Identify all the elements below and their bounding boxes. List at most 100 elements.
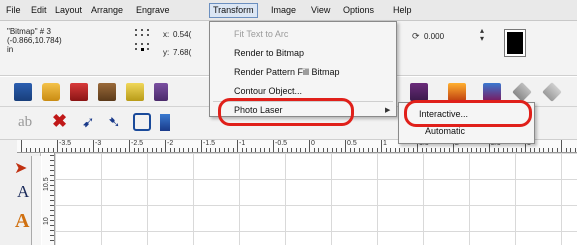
ruler-tick bbox=[511, 148, 513, 152]
ruler-tick bbox=[439, 148, 441, 152]
ruler-tick bbox=[543, 148, 544, 152]
ruler-label: 0.5 bbox=[347, 140, 357, 147]
menu-file[interactable]: File bbox=[3, 3, 24, 18]
design-canvas[interactable] bbox=[55, 153, 577, 245]
ruler-tick bbox=[50, 215, 54, 216]
ruler-tick bbox=[50, 175, 54, 176]
ruler-tick bbox=[196, 148, 198, 152]
open-folder-icon[interactable] bbox=[42, 83, 60, 101]
select-tool-icon[interactable]: ➤ bbox=[14, 158, 27, 178]
y-label: y: bbox=[163, 48, 170, 57]
ruler-tick bbox=[174, 148, 175, 152]
color-swatch[interactable] bbox=[504, 29, 526, 57]
ruler-tick bbox=[210, 148, 211, 152]
ruler-tick bbox=[466, 148, 468, 152]
ruler-tick bbox=[70, 148, 72, 152]
menu-arrange[interactable]: Arrange bbox=[88, 3, 126, 18]
sparkle-icon[interactable] bbox=[512, 82, 532, 102]
menu-engrave[interactable]: Engrave bbox=[133, 3, 173, 18]
unit-label: in bbox=[7, 45, 14, 54]
ruler-tick bbox=[214, 148, 216, 152]
pointer-tool-icon[interactable]: ➹ bbox=[82, 113, 95, 131]
save-icon[interactable] bbox=[70, 83, 88, 101]
menu-photo-laser[interactable]: Photo Laser bbox=[234, 103, 283, 118]
ruler-tick bbox=[570, 148, 571, 152]
ruler-tick bbox=[412, 148, 414, 152]
ruler-tick bbox=[151, 148, 153, 152]
menu-transform[interactable]: Transform bbox=[209, 3, 258, 18]
position-grid-icon[interactable] bbox=[135, 29, 155, 53]
menu-interactive[interactable]: Interactive... bbox=[419, 107, 468, 122]
spin-icon[interactable]: ▴ ▾ bbox=[480, 27, 484, 43]
menu-contour-object[interactable]: Contour Object... bbox=[234, 84, 302, 99]
ruler-tick bbox=[394, 148, 396, 152]
ruler-tick bbox=[165, 140, 166, 152]
ruler-tick bbox=[264, 148, 265, 152]
ruler-tick bbox=[538, 148, 540, 152]
object-position: (-0.866,10.784) bbox=[7, 36, 62, 45]
ruler-tick bbox=[75, 148, 76, 152]
ruler-tick bbox=[187, 148, 189, 152]
ruler-tick bbox=[34, 148, 36, 152]
menu-bar: File Edit Layout Arrange Engrave Transfo… bbox=[0, 0, 577, 21]
ruler-label: -1.5 bbox=[203, 140, 216, 147]
ruler-tick bbox=[345, 140, 346, 152]
ruler-tick bbox=[133, 148, 135, 152]
x-field[interactable]: 0.54( bbox=[173, 30, 191, 39]
ruler-tick bbox=[408, 148, 409, 152]
ruler-tick bbox=[50, 220, 54, 221]
ruler-tick bbox=[358, 148, 360, 152]
ruler-tick bbox=[561, 140, 562, 152]
ruler-tick bbox=[156, 148, 157, 152]
ruler-tick bbox=[430, 148, 432, 152]
menu-layout[interactable]: Layout bbox=[52, 3, 85, 18]
ruler-tick bbox=[228, 148, 229, 152]
menu-image[interactable]: Image bbox=[268, 3, 299, 18]
menu-automatic[interactable]: Automatic bbox=[425, 124, 465, 139]
node-tool-icon[interactable]: ➷ bbox=[108, 113, 121, 131]
ruler-tick bbox=[50, 195, 54, 196]
fill-tool-icon[interactable] bbox=[160, 114, 170, 131]
ruler-label: 10.5 bbox=[43, 177, 50, 191]
photo-icon[interactable] bbox=[448, 83, 466, 101]
ruler-tick bbox=[552, 148, 553, 152]
ruler-tick bbox=[50, 155, 54, 156]
ruler-tick bbox=[399, 148, 400, 152]
artistic-text-tool-icon[interactable]: A bbox=[15, 210, 29, 233]
ruler-tick bbox=[403, 148, 405, 152]
text-tool-icon[interactable]: ab bbox=[18, 114, 32, 131]
import-icon[interactable] bbox=[126, 83, 144, 101]
stencil-icon[interactable] bbox=[483, 83, 501, 101]
ruler-tick bbox=[331, 148, 333, 152]
ruler-tick bbox=[219, 148, 220, 152]
export-icon[interactable] bbox=[154, 83, 168, 101]
ruler-tick bbox=[516, 148, 517, 152]
menu-view[interactable]: View bbox=[308, 3, 333, 18]
new-file-icon[interactable] bbox=[14, 83, 32, 101]
ruler-tick bbox=[192, 148, 193, 152]
rotation-field[interactable]: 0.000 bbox=[424, 32, 444, 41]
delete-icon[interactable]: ✖ bbox=[52, 111, 67, 132]
menu-render-to-bitmap[interactable]: Render to Bitmap bbox=[234, 46, 304, 61]
ruler-tick bbox=[129, 140, 130, 152]
ruler-tick bbox=[255, 148, 256, 152]
shape-tool-icon[interactable] bbox=[133, 113, 151, 131]
text-a-tool-icon[interactable]: A bbox=[17, 182, 29, 202]
ruler-tick bbox=[43, 148, 45, 152]
x-label: x: bbox=[163, 30, 170, 39]
sparkle-alt-icon[interactable] bbox=[542, 82, 562, 102]
ruler-tick bbox=[313, 148, 315, 152]
ruler-tick bbox=[50, 190, 54, 191]
menu-help[interactable]: Help bbox=[390, 3, 415, 18]
menu-render-pattern-fill-bitmap[interactable]: Render Pattern Fill Bitmap bbox=[234, 65, 340, 80]
menu-options[interactable]: Options bbox=[340, 3, 377, 18]
ruler-tick bbox=[529, 148, 531, 152]
ruler-tick bbox=[295, 148, 297, 152]
ruler-tick bbox=[93, 140, 94, 152]
menu-edit[interactable]: Edit bbox=[28, 3, 50, 18]
laser-icon[interactable] bbox=[410, 83, 428, 101]
ruler-tick bbox=[268, 148, 270, 152]
y-field[interactable]: 7.68( bbox=[173, 48, 191, 57]
ruler-tick bbox=[50, 180, 54, 181]
print-icon[interactable] bbox=[98, 83, 116, 101]
